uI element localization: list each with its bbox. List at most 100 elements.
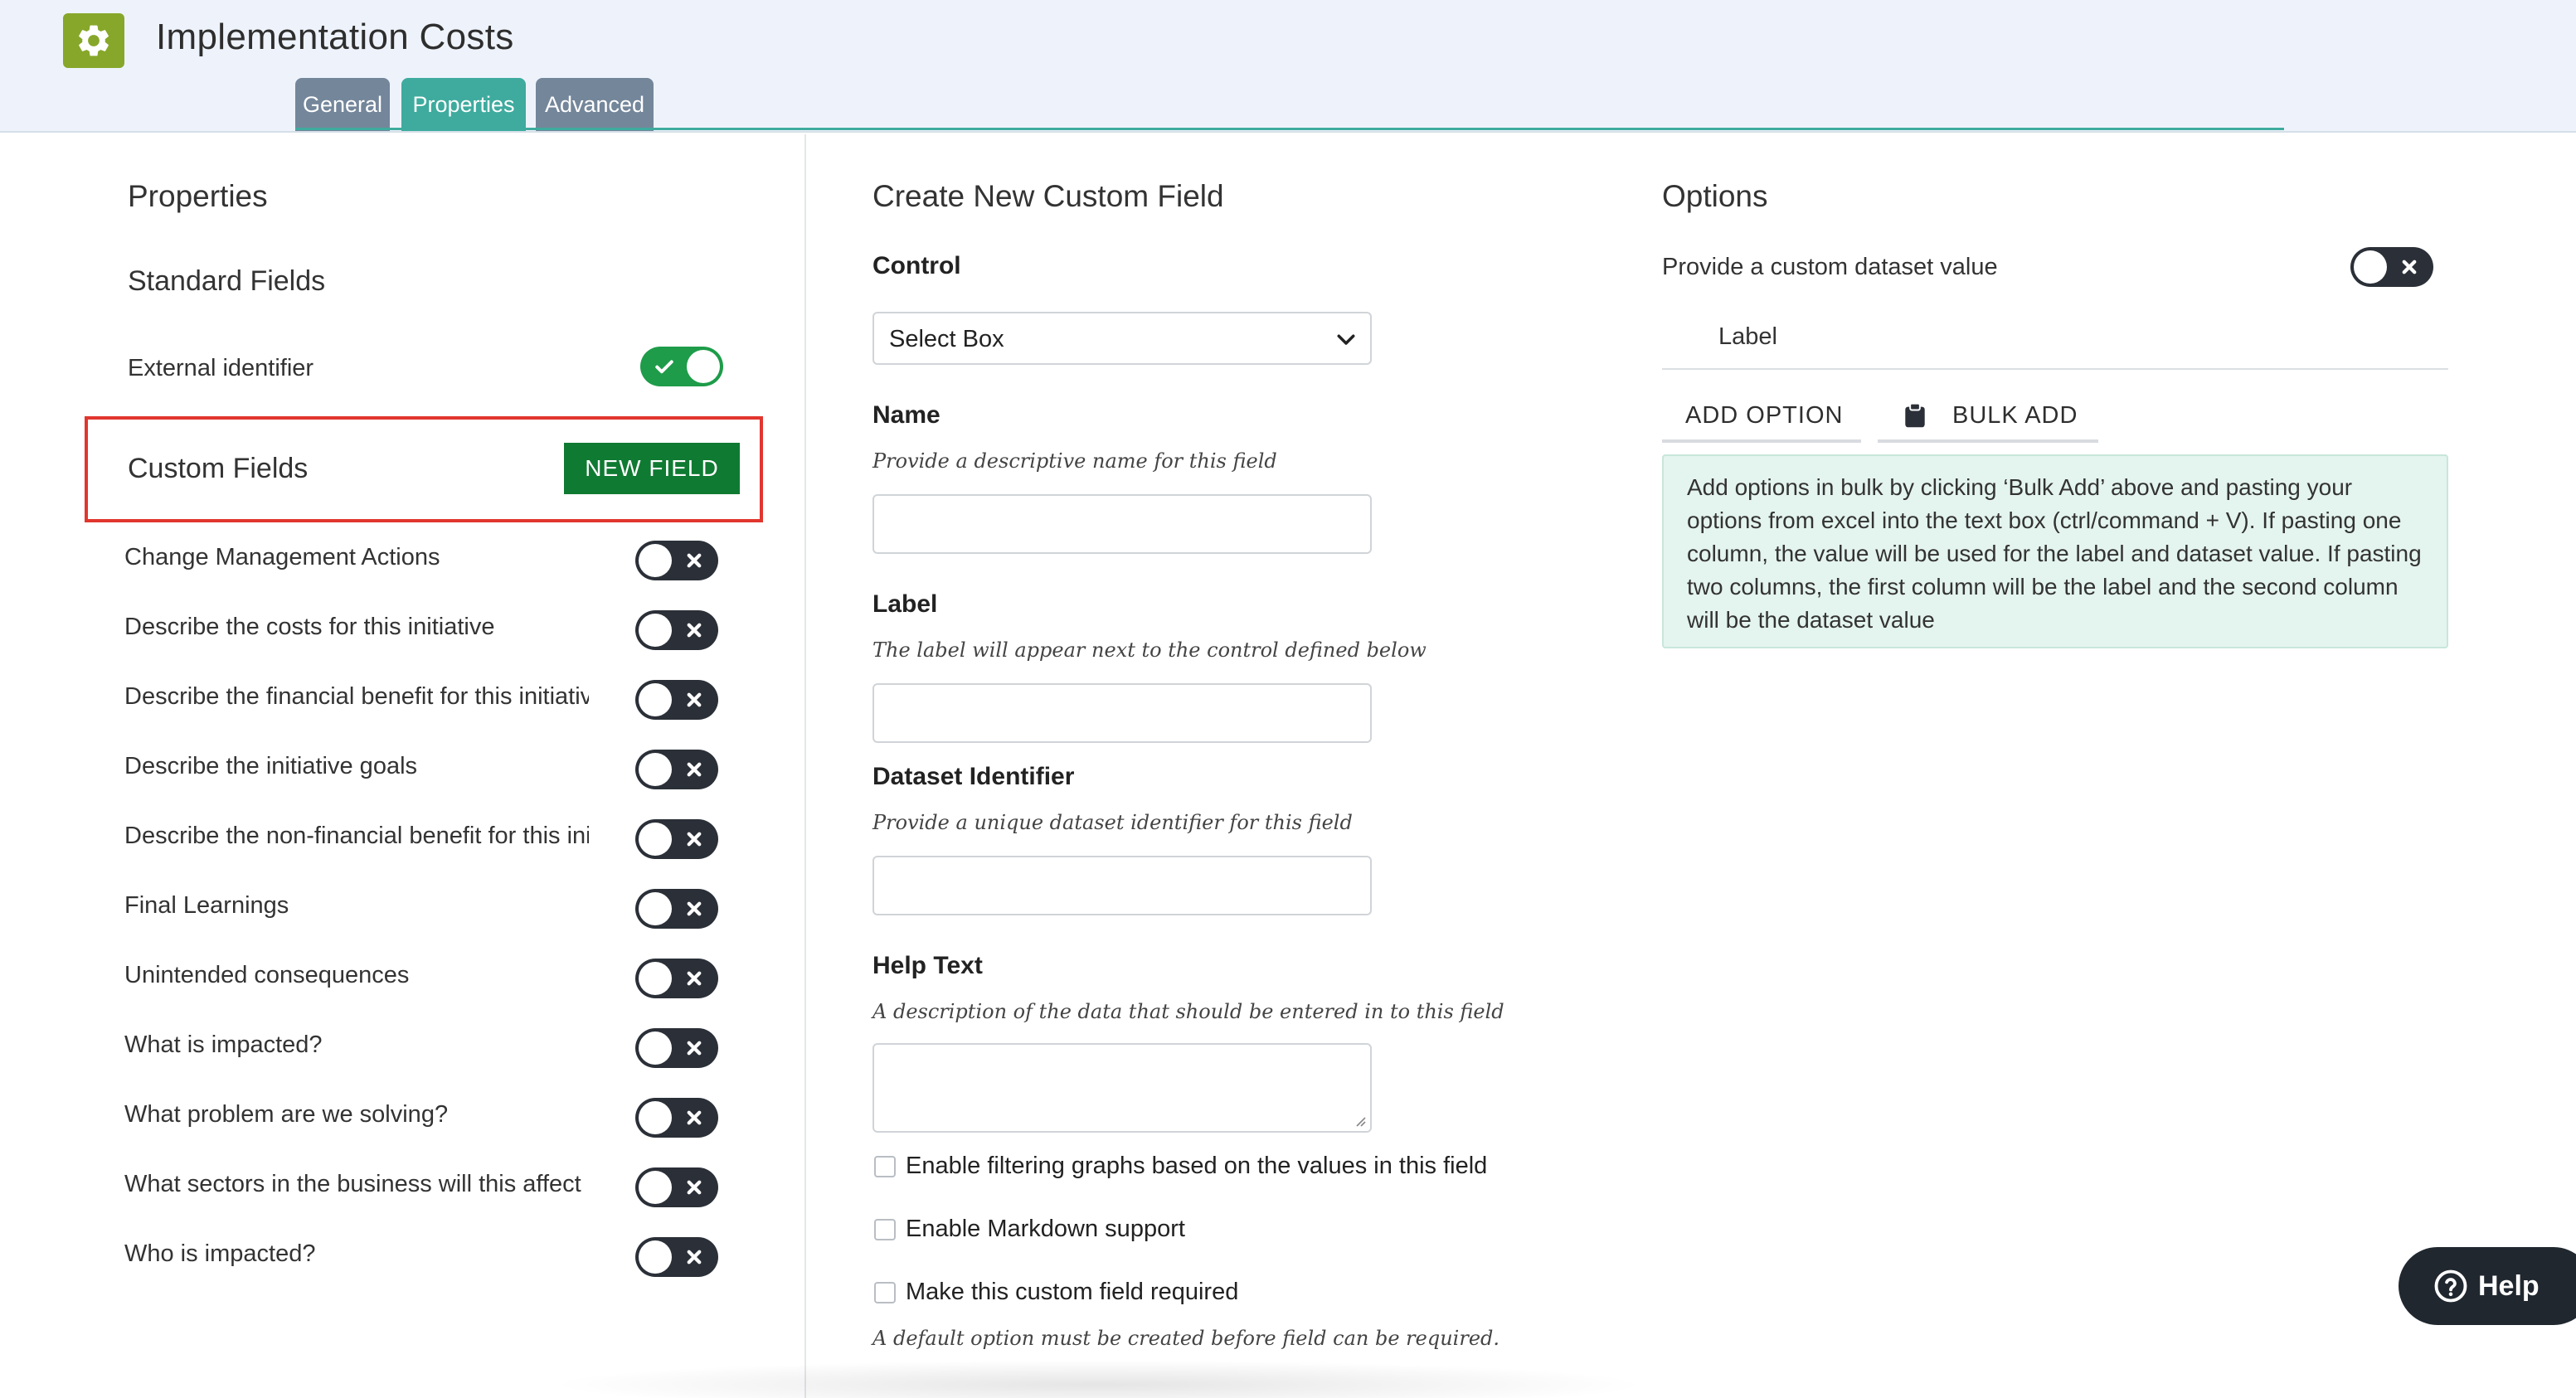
required-checkbox[interactable]	[874, 1282, 896, 1303]
help-label: Help	[2478, 1269, 2540, 1302]
list-item: Final Learnings	[0, 884, 746, 934]
filter-graphs-checkbox[interactable]	[874, 1156, 896, 1177]
tab-general[interactable]: General	[295, 78, 390, 131]
custom-field-label: Final Learnings	[124, 892, 289, 919]
tab-advanced[interactable]: Advanced	[536, 78, 654, 131]
add-option-label: ADD OPTION	[1685, 401, 1844, 429]
toggle-knob	[2354, 250, 2387, 284]
help-button[interactable]: Help	[2399, 1247, 2576, 1325]
toggle-knob	[639, 683, 672, 716]
custom-field-toggle[interactable]	[635, 750, 718, 789]
close-icon	[687, 971, 702, 986]
list-item: Describe the initiative goals	[0, 745, 746, 794]
label-help-text: The label will appear next to the contro…	[872, 638, 1427, 662]
required-label: Make this custom field required	[906, 1279, 1239, 1305]
custom-dataset-toggle[interactable]	[2350, 247, 2433, 287]
close-icon	[687, 901, 702, 916]
toggle-knob	[639, 1171, 672, 1204]
list-item: What sectors in the business will this a…	[0, 1163, 746, 1212]
custom-field-label: Who is impacted?	[124, 1240, 316, 1267]
list-item: Who is impacted?	[0, 1232, 746, 1282]
page-header: Implementation Costs General Properties …	[0, 0, 2576, 133]
question-circle-icon	[2434, 1269, 2467, 1303]
close-icon	[687, 553, 702, 568]
help-text-label: Help Text	[872, 952, 983, 979]
check-icon	[655, 360, 673, 374]
dataset-identifier-label: Dataset Identifier	[872, 763, 1075, 790]
label-label: Label	[872, 590, 938, 618]
tab-underline	[295, 128, 2284, 130]
toggle-knob	[687, 350, 720, 383]
dataset-identifier-input[interactable]	[872, 856, 1372, 915]
custom-field-toggle[interactable]	[635, 541, 718, 580]
gear-icon	[63, 13, 124, 68]
custom-field-toggle[interactable]	[635, 680, 718, 720]
custom-field-label: Unintended consequences	[124, 962, 410, 988]
custom-field-toggle[interactable]	[635, 610, 718, 650]
custom-field-toggle[interactable]	[635, 1237, 718, 1277]
close-icon	[687, 692, 702, 707]
custom-field-toggle[interactable]	[635, 1098, 718, 1138]
close-icon	[687, 1110, 702, 1125]
page-title: Implementation Costs	[156, 17, 514, 57]
custom-fields-heading: Custom Fields	[128, 453, 309, 484]
new-field-button[interactable]: NEW FIELD	[564, 443, 740, 494]
list-item: Change Management Actions	[0, 536, 746, 585]
external-identifier-label: External identifier	[128, 355, 314, 381]
clipboard-icon	[1905, 402, 1925, 428]
name-help-text: Provide a descriptive name for this fiel…	[872, 449, 1277, 473]
label-column-header: Label	[1718, 323, 1777, 350]
close-icon	[687, 762, 702, 777]
markdown-label: Enable Markdown support	[906, 1216, 1185, 1242]
toggle-knob	[639, 1240, 672, 1274]
custom-field-label: Describe the initiative goals	[124, 753, 418, 779]
close-icon	[687, 832, 702, 847]
toggle-knob	[639, 544, 672, 577]
list-item: Unintended consequences	[0, 954, 746, 1003]
close-icon	[687, 1250, 702, 1265]
custom-field-label: What sectors in the business will this a…	[124, 1171, 581, 1197]
list-item: Describe the non-financial benefit for t…	[0, 814, 746, 864]
control-select[interactable]: Select Box	[872, 312, 1372, 365]
bottom-shadow	[547, 1360, 1650, 1398]
custom-field-toggle[interactable]	[635, 1167, 718, 1207]
custom-field-label: Describe the financial benefit for this …	[124, 683, 589, 710]
markdown-checkbox[interactable]	[874, 1219, 896, 1240]
custom-field-toggle[interactable]	[635, 889, 718, 929]
tab-properties[interactable]: Properties	[401, 78, 526, 131]
help-text-help-text: A description of the data that should be…	[872, 1000, 1504, 1023]
dataset-identifier-help-text: Provide a unique dataset identifier for …	[872, 811, 1353, 834]
toggle-knob	[639, 753, 672, 786]
list-item: Describe the costs for this initiative	[0, 605, 746, 655]
name-input[interactable]	[872, 494, 1372, 554]
options-heading: Options	[1662, 179, 1768, 213]
control-select-value: Select Box	[889, 326, 1004, 352]
toggle-knob	[639, 614, 672, 647]
toggle-knob	[639, 1101, 672, 1134]
custom-field-toggle[interactable]	[635, 959, 718, 998]
column-divider	[804, 134, 806, 1398]
toggle-knob	[639, 962, 672, 995]
bulk-add-button[interactable]: BULK ADD	[1878, 391, 2098, 443]
custom-field-label: What is impacted?	[124, 1032, 323, 1058]
custom-field-label: What problem are we solving?	[124, 1101, 449, 1128]
custom-field-toggle[interactable]	[635, 819, 718, 859]
close-icon	[687, 1041, 702, 1056]
required-note: A default option must be created before …	[872, 1327, 1500, 1350]
list-item: What is impacted?	[0, 1023, 746, 1073]
add-option-button[interactable]: ADD OPTION	[1662, 391, 1861, 443]
close-icon	[687, 1180, 702, 1195]
external-identifier-toggle[interactable]	[640, 347, 723, 386]
list-item: What problem are we solving?	[0, 1093, 746, 1143]
help-text-textarea[interactable]	[872, 1043, 1372, 1133]
bulk-add-label: BULK ADD	[1952, 401, 2078, 429]
custom-field-toggle[interactable]	[635, 1028, 718, 1068]
toggle-knob	[639, 1032, 672, 1065]
custom-field-label: Describe the costs for this initiative	[124, 614, 495, 640]
resize-grip-icon[interactable]	[1354, 1114, 1367, 1128]
custom-dataset-label: Provide a custom dataset value	[1662, 254, 1998, 280]
bulk-add-info: Add options in bulk by clicking ‘Bulk Ad…	[1662, 454, 2448, 648]
control-label: Control	[872, 252, 961, 279]
create-field-heading: Create New Custom Field	[872, 179, 1224, 213]
label-input[interactable]	[872, 683, 1372, 743]
